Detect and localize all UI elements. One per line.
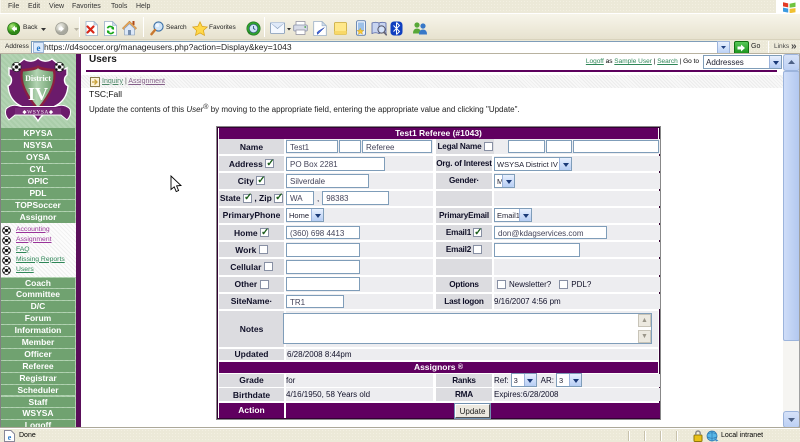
svg-text:◆WSYSA◆: ◆WSYSA◆	[22, 110, 53, 116]
svg-text:e: e	[37, 43, 41, 53]
svg-text:e: e	[8, 433, 12, 442]
svg-text:District: District	[25, 74, 51, 83]
svg-text:IV: IV	[28, 84, 48, 104]
